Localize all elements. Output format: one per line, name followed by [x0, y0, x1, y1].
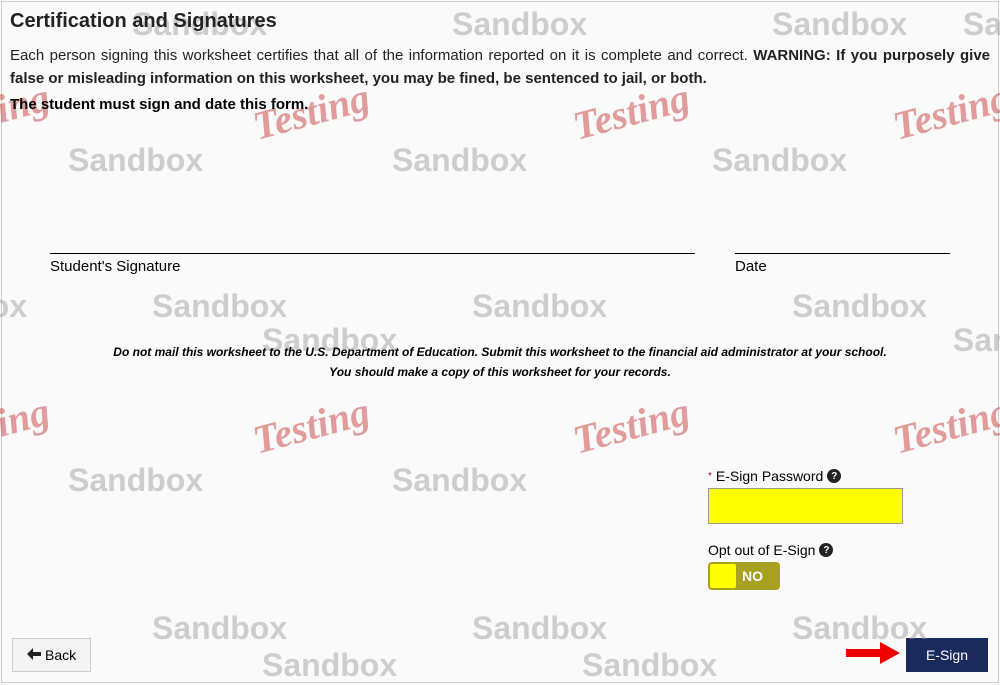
back-button[interactable]: Back [12, 638, 91, 672]
back-button-label: Back [45, 647, 76, 663]
required-indicator: * [708, 471, 712, 482]
arrow-left-icon [27, 647, 41, 663]
instruction-line-1: Do not mail this worksheet to the U.S. D… [10, 345, 990, 359]
watermark-testing: Testing [0, 387, 55, 463]
watermark-testing: Testing [248, 387, 375, 463]
help-icon[interactable]: ? [819, 543, 833, 557]
date-line: Date [735, 253, 950, 275]
esign-button[interactable]: E-Sign [906, 638, 988, 672]
optout-value: NO [742, 568, 763, 584]
watermark-sandbox: Sandbox [68, 462, 203, 499]
must-sign-text: The student must sign and date this form… [10, 96, 990, 113]
instruction-line-2: You should make a copy of this worksheet… [10, 365, 990, 379]
pointer-arrow-icon [846, 642, 900, 669]
date-label: Date [735, 258, 767, 275]
toggle-knob [710, 564, 736, 588]
watermark-sandbox: Sandbox [392, 462, 527, 499]
certification-text: Each person signing this worksheet certi… [10, 45, 990, 90]
student-signature-line: Student's Signature [50, 253, 695, 275]
esign-button-label: E-Sign [926, 647, 968, 663]
optout-toggle[interactable]: NO [708, 562, 780, 590]
section-title: Certification and Signatures [10, 10, 990, 33]
esign-password-label: E-Sign Password [716, 468, 823, 484]
optout-label: Opt out of E-Sign [708, 542, 815, 558]
esign-password-input[interactable] [708, 488, 903, 524]
watermark-testing: Testing [568, 387, 695, 463]
intro-plain: Each person signing this worksheet certi… [10, 47, 753, 64]
watermark-testing: Testing [888, 387, 1000, 463]
student-signature-label: Student's Signature [50, 258, 180, 275]
help-icon[interactable]: ? [827, 469, 841, 483]
